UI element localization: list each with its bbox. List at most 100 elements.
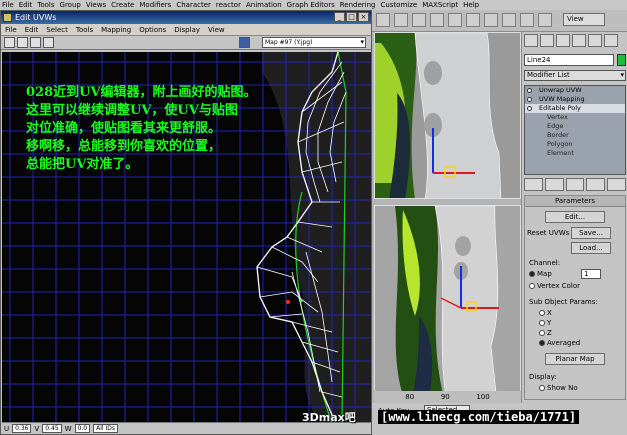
- viewport-perspective[interactable]: [374, 205, 521, 401]
- uv-menu-item-tools[interactable]: Tools: [76, 24, 93, 35]
- parameters-rollout-title[interactable]: Parameters: [525, 196, 625, 207]
- u-value-field[interactable]: 0.36: [12, 424, 32, 433]
- stack-item-polygon[interactable]: Polygon: [525, 140, 625, 149]
- edit-button[interactable]: Edit...: [545, 211, 605, 223]
- motion-tab-icon[interactable]: [572, 34, 586, 47]
- close-button[interactable]: ×: [358, 12, 369, 22]
- texture-map-select[interactable]: Map #97 (Y.jpg): [262, 37, 366, 48]
- stack-item-border[interactable]: Border: [525, 131, 625, 140]
- averaged-radio-dot[interactable]: [539, 340, 545, 346]
- screenshot-root: { "menubar": ["File","Edit","Tools","Gro…: [0, 0, 627, 435]
- select-filter-icon[interactable]: [502, 13, 516, 27]
- remove-modifier-icon[interactable]: [586, 178, 606, 191]
- stack-item-vertex[interactable]: Vertex: [525, 113, 625, 122]
- move-icon[interactable]: [4, 37, 15, 48]
- menu-item-tools[interactable]: Tools: [37, 1, 54, 9]
- configure-sets-icon[interactable]: [607, 178, 626, 191]
- move-tool-icon[interactable]: [394, 13, 408, 27]
- pin-stack-icon[interactable]: [524, 178, 543, 191]
- menu-item-create[interactable]: Create: [111, 1, 134, 9]
- map-channel-radio[interactable]: Map: [529, 270, 552, 279]
- z-radio-dot[interactable]: [539, 330, 545, 336]
- uv-menu-item-file[interactable]: File: [5, 24, 17, 35]
- menu-item-file[interactable]: File: [2, 1, 14, 9]
- menu-item-customize[interactable]: Customize: [380, 1, 417, 9]
- planar-map-button[interactable]: Planar Map: [545, 353, 605, 365]
- menu-item-maxscript[interactable]: MAXScript: [422, 1, 458, 9]
- id-filter-select[interactable]: All IDs: [93, 424, 118, 433]
- maximize-button[interactable]: □: [346, 12, 357, 22]
- utilities-tab-icon[interactable]: [604, 34, 618, 47]
- rotate-tool-icon[interactable]: [412, 13, 426, 27]
- averaged-radio[interactable]: Averaged: [539, 339, 580, 348]
- time-ruler[interactable]: 80 90 100: [374, 391, 521, 403]
- show-no-radio-dot[interactable]: [539, 385, 545, 391]
- display-tab-icon[interactable]: [588, 34, 602, 47]
- uv-menu-item-display[interactable]: Display: [174, 24, 200, 35]
- stack-item-uvw-mapping[interactable]: UVW Mapping: [525, 95, 625, 104]
- scale-tool-icon[interactable]: [430, 13, 444, 27]
- modifier-toggle-icon[interactable]: [527, 106, 532, 111]
- menu-item-character[interactable]: Character: [176, 1, 211, 9]
- menu-item-reactor[interactable]: reactor: [216, 1, 241, 9]
- uv-menu-item-select[interactable]: Select: [46, 24, 68, 35]
- scale-icon[interactable]: [30, 37, 41, 48]
- menu-item-modifiers[interactable]: Modifiers: [139, 1, 171, 9]
- show-map-icon[interactable]: [239, 37, 250, 48]
- menu-item-views[interactable]: Views: [86, 1, 106, 9]
- x-radio-dot[interactable]: [539, 310, 545, 316]
- uv-menu-item-mapping[interactable]: Mapping: [101, 24, 131, 35]
- modifier-toggle-icon[interactable]: [527, 88, 532, 93]
- menu-item-rendering[interactable]: Rendering: [340, 1, 376, 9]
- hierarchy-tab-icon[interactable]: [556, 34, 570, 47]
- modifier-toggle-icon[interactable]: [527, 97, 532, 102]
- create-tab-icon[interactable]: [524, 34, 538, 47]
- rotate-icon[interactable]: [17, 37, 28, 48]
- modify-tab-icon[interactable]: [540, 34, 554, 47]
- menu-item-help[interactable]: Help: [463, 1, 479, 9]
- load-button[interactable]: Load...: [571, 242, 611, 254]
- uv-menu-item-view[interactable]: View: [208, 24, 225, 35]
- reference-coordinate-select[interactable]: View: [563, 13, 605, 26]
- vertex-color-radio[interactable]: Vertex Color: [529, 282, 580, 291]
- y-axis-radio[interactable]: Y: [539, 319, 551, 328]
- stack-item-unwrap-uvw[interactable]: Unwrap UVW: [525, 86, 625, 95]
- bind-tool-icon[interactable]: [484, 13, 498, 27]
- uv-menu-item-edit[interactable]: Edit: [25, 24, 39, 35]
- map-radio-dot[interactable]: [529, 271, 535, 277]
- object-name-field[interactable]: Line24: [524, 54, 614, 66]
- object-color-swatch[interactable]: [617, 54, 626, 66]
- x-axis-radio[interactable]: X: [539, 309, 552, 318]
- v-value-field[interactable]: 0.45: [42, 424, 62, 433]
- menu-item-group[interactable]: Group: [60, 1, 81, 9]
- vertex-color-radio-dot[interactable]: [529, 283, 535, 289]
- show-end-result-icon[interactable]: [544, 178, 564, 191]
- uv-editor-canvas[interactable]: 028近到UV编辑器，附上画好的贴图。 这里可以继续调整UV，使UV与贴图 对位…: [2, 52, 371, 424]
- make-unique-icon[interactable]: [565, 178, 585, 191]
- modifier-list-select[interactable]: Modifier List: [524, 70, 626, 81]
- menu-item-animation[interactable]: Animation: [246, 1, 282, 9]
- stack-item-editable-poly[interactable]: Editable Poly: [525, 104, 625, 113]
- map-channel-spinner[interactable]: 1: [581, 269, 601, 279]
- stack-item-label: Unwrap UVW: [539, 86, 582, 94]
- select-tool-icon[interactable]: [376, 13, 390, 27]
- save-button[interactable]: Save...: [571, 227, 611, 239]
- freeform-icon[interactable]: [43, 37, 54, 48]
- minimize-button[interactable]: _: [334, 12, 345, 22]
- menu-item-graph-editors[interactable]: Graph Editors: [287, 1, 335, 9]
- select-region-icon[interactable]: [520, 13, 534, 27]
- menu-item-edit[interactable]: Edit: [19, 1, 33, 9]
- stack-item-edge[interactable]: Edge: [525, 122, 625, 131]
- window-crossing-icon[interactable]: [538, 13, 552, 27]
- show-no-label: Show No: [547, 384, 578, 392]
- stack-item-element[interactable]: Element: [525, 149, 625, 158]
- link-tool-icon[interactable]: [448, 13, 462, 27]
- y-radio-dot[interactable]: [539, 320, 545, 326]
- uv-menu-item-options[interactable]: Options: [139, 24, 166, 35]
- reset-uvws-button[interactable]: Reset UVWs: [527, 229, 569, 238]
- show-no-seams-radio[interactable]: Show No: [539, 384, 578, 393]
- z-axis-radio[interactable]: Z: [539, 329, 552, 338]
- w-value-field[interactable]: 0.0: [74, 424, 91, 433]
- viewport-top[interactable]: [374, 32, 521, 199]
- unlink-tool-icon[interactable]: [466, 13, 480, 27]
